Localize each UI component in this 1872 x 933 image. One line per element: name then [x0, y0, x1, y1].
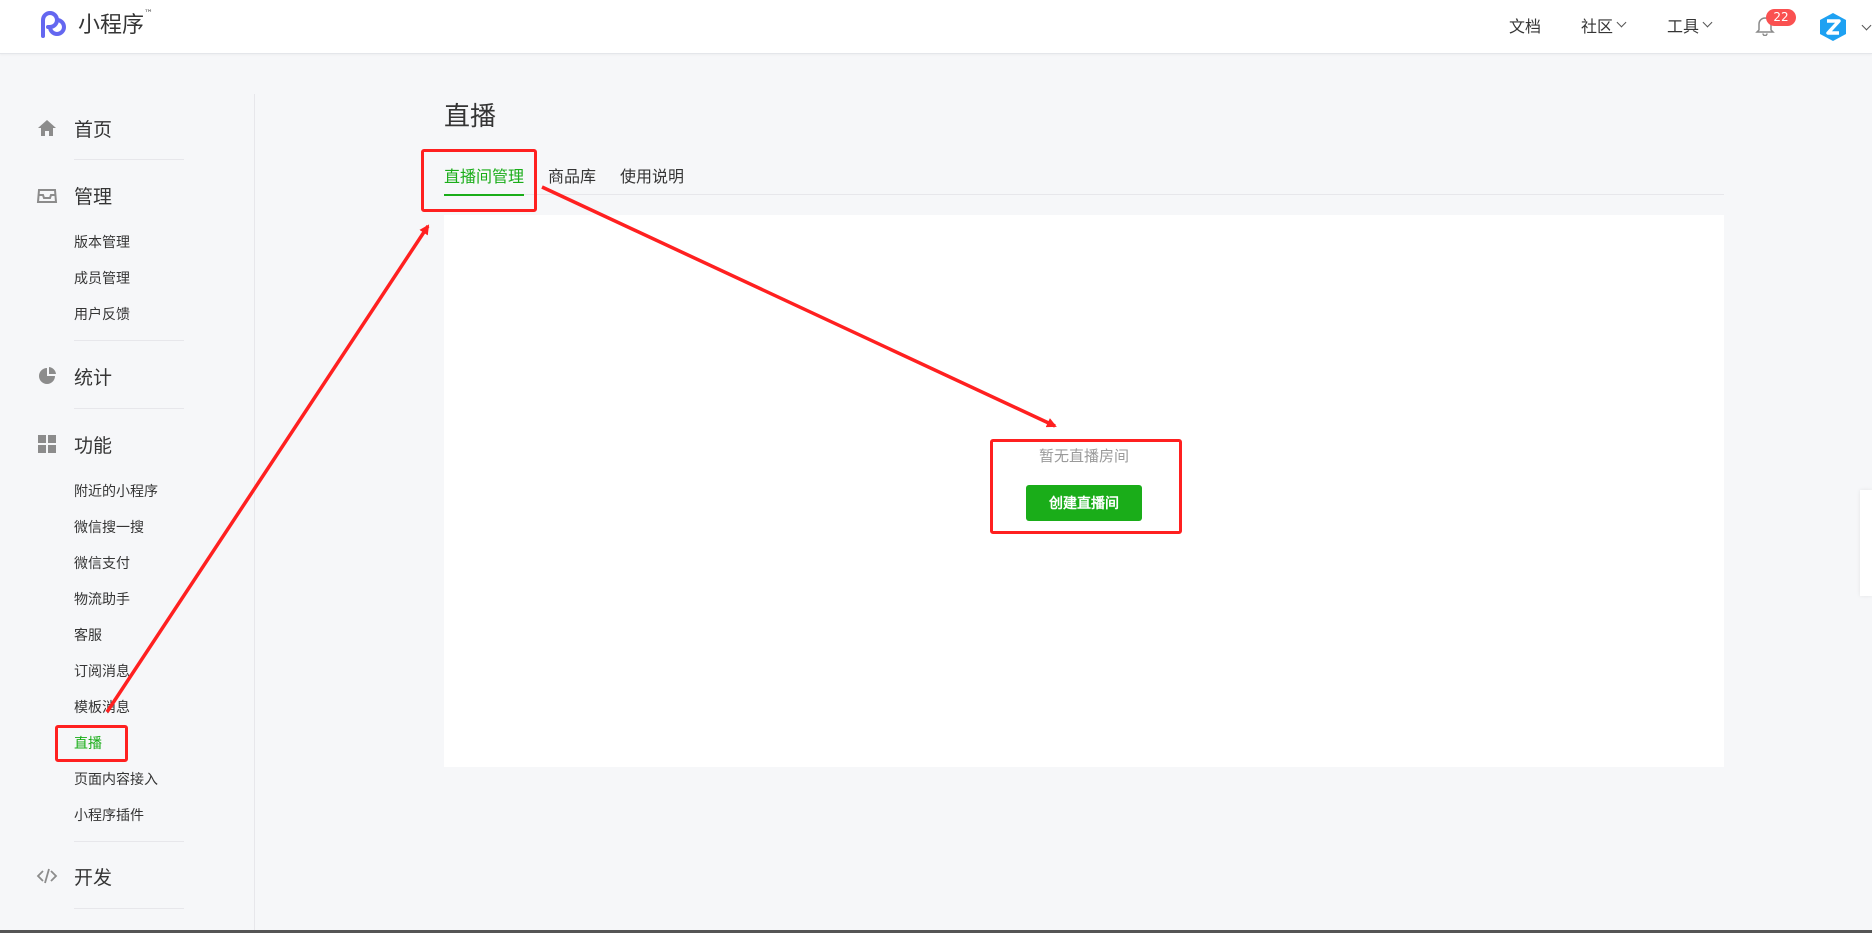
home-icon: [36, 117, 58, 139]
sidebar-item-label: 功能: [74, 434, 113, 457]
sidebar-item-customer-service[interactable]: 客服: [74, 626, 102, 646]
chevron-down-icon[interactable]: [1861, 20, 1872, 31]
sidebar-item-features[interactable]: 功能: [36, 430, 112, 458]
grid-icon: [36, 433, 58, 455]
tab-bar: 直播间管理 商品库 使用说明: [444, 160, 1724, 196]
divider: [74, 908, 184, 909]
sidebar-item-home[interactable]: 首页: [36, 114, 112, 142]
sidebar-item-label: 管理: [74, 185, 113, 208]
sidebar-item-member-management[interactable]: 成员管理: [74, 269, 130, 289]
nav-docs[interactable]: 文档: [1509, 0, 1541, 50]
sidebar-item-nearby-mini-programs[interactable]: 附近的小程序: [74, 482, 158, 502]
nav-tools-label: 工具: [1667, 17, 1700, 36]
divider: [74, 159, 184, 160]
tab-product-library[interactable]: 商品库: [548, 163, 596, 194]
nav-tools[interactable]: 工具: [1667, 0, 1713, 50]
trademark: ™: [144, 9, 154, 19]
inbox-icon: [36, 184, 58, 206]
arrow-to-tab: [105, 224, 430, 713]
sidebar-item-subscription-messages[interactable]: 订阅消息: [74, 662, 130, 682]
code-icon: [36, 865, 58, 887]
divider: [74, 340, 184, 341]
notification-badge: 22: [1766, 9, 1796, 26]
sidebar-item-label: 开发: [74, 866, 113, 889]
mini-program-logo-icon: [41, 11, 66, 38]
sidebar-item-wechat-search[interactable]: 微信搜一搜: [74, 518, 144, 538]
tab-live-room-management[interactable]: 直播间管理: [444, 163, 525, 196]
page-title: 直播: [444, 102, 497, 132]
sidebar-item-statistics[interactable]: 统计: [36, 362, 112, 390]
sidebar-item-label: 统计: [74, 366, 113, 389]
side-floating-panel[interactable]: [1860, 490, 1872, 596]
sidebar-item-user-feedback[interactable]: 用户反馈: [74, 305, 130, 325]
sidebar-divider: [254, 94, 255, 933]
create-live-room-button[interactable]: 创建直播间: [1026, 485, 1142, 521]
brand[interactable]: 小程序 ™: [36, 6, 153, 40]
top-bar: 小程序 ™ 文档 社区 工具 22: [0, 0, 1872, 54]
sidebar-item-version-management[interactable]: 版本管理: [74, 233, 130, 253]
sidebar-item-label: 首页: [74, 118, 113, 141]
sidebar-item-logistics-assistant[interactable]: 物流助手: [74, 590, 130, 610]
pie-chart-icon: [36, 365, 58, 387]
divider: [74, 841, 184, 842]
nav-docs-label: 文档: [1509, 17, 1542, 36]
sidebar-item-manage[interactable]: 管理: [36, 181, 112, 209]
content-panel: 暂无直播房间 创建直播间: [444, 215, 1724, 767]
sidebar-item-page-content-access[interactable]: 页面内容接入: [74, 770, 158, 790]
chevron-down-icon: [1616, 17, 1627, 27]
chevron-down-icon: [1702, 17, 1713, 27]
sidebar-item-template-messages[interactable]: 模板消息: [74, 698, 130, 718]
nav-community[interactable]: 社区: [1581, 0, 1627, 50]
sidebar-item-mini-program-plugins[interactable]: 小程序插件: [74, 806, 144, 826]
sidebar-item-develop[interactable]: 开发: [36, 862, 112, 890]
avatar[interactable]: [1818, 12, 1848, 42]
brand-name: 小程序: [78, 13, 145, 38]
empty-state-text: 暂无直播房间: [1038, 447, 1129, 465]
nav-community-label: 社区: [1581, 17, 1614, 36]
divider: [74, 408, 184, 409]
sidebar-item-wechat-pay[interactable]: 微信支付: [74, 554, 130, 574]
sidebar-item-live[interactable]: 直播: [74, 734, 102, 754]
tab-instructions[interactable]: 使用说明: [620, 163, 684, 194]
